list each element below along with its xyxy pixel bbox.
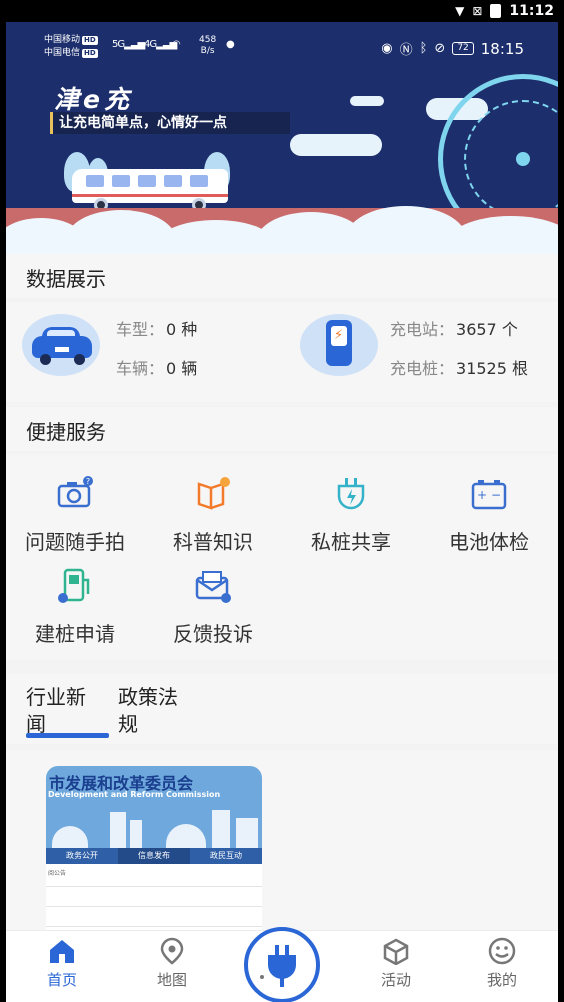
- news-thumbnail: 市发展和改革委员会 Development and Reform Commiss…: [46, 766, 262, 848]
- eye-icon: ◉: [381, 41, 393, 56]
- nav-map[interactable]: 地图: [132, 937, 212, 990]
- nav-activity[interactable]: 活动: [356, 937, 436, 990]
- service-pile-application[interactable]: 建桩申请: [6, 566, 144, 647]
- section-title: 便捷服务: [26, 420, 106, 444]
- charging-pile-icon: [58, 568, 90, 603]
- svg-text:+: +: [477, 488, 487, 502]
- cloud-decoration: [290, 134, 382, 156]
- bus-illustration: [72, 169, 228, 203]
- no-sim-icon: ⊠: [472, 4, 483, 18]
- signal-5g-icon: 5G▂▃▅: [112, 39, 145, 50]
- app-screen: 中国移动 HD 中国电信 HD 5G▂▃▅ 4G▂▃▅ ◠ 458 B/s ● ◉ …: [6, 22, 558, 1002]
- divider: [46, 886, 262, 887]
- system-clock: 11:12: [509, 3, 554, 19]
- pile-label: 充电桩：: [390, 359, 455, 378]
- divider: [46, 926, 262, 927]
- bottom-navigation: 首页 地图 活动 我的: [6, 927, 558, 1002]
- bluetooth-icon: ᛒ: [419, 41, 428, 56]
- book-icon: [197, 477, 230, 510]
- phone-status-bar: 中国移动 HD 中国电信 HD 5G▂▃▅ 4G▂▃▅ ◠ 458 B/s ● ◉ …: [6, 22, 558, 72]
- charge-center-button[interactable]: [244, 927, 320, 1002]
- service-battery-check[interactable]: + − 电池体检: [420, 474, 558, 555]
- home-icon: [50, 940, 74, 963]
- network-speed: 458 B/s: [199, 35, 217, 56]
- vehicle-type-label: 车型：: [116, 320, 165, 339]
- vehicle-type-stat: 车型： 0 种: [116, 316, 197, 340]
- ferris-wheel-hub: [516, 152, 530, 166]
- mail-icon: [195, 571, 231, 603]
- nfc-icon: Ⓝ: [399, 43, 413, 58]
- news-card-nav: 政务公开 信息发布 政民互动: [46, 848, 262, 864]
- cube-icon: [383, 938, 409, 965]
- tab-policy-regulations[interactable]: 政策法 规: [118, 684, 208, 738]
- mute-icon: ⊘: [434, 41, 446, 56]
- news-card-caption: 阅公告: [48, 870, 67, 877]
- car-icon: [22, 314, 100, 376]
- hd-badge: HD: [82, 36, 98, 45]
- wifi-icon: ◠: [172, 39, 181, 50]
- data-section: 车型： 0 种 车辆： 0 辆 ⚡ 充电站： 3657 个 充电桩： 31525 根: [6, 302, 558, 402]
- status-right-icons: ◉ Ⓝ ᛒ ⊘ 72 18:15: [381, 39, 524, 59]
- vehicle-type-value: 0 种: [166, 320, 198, 339]
- svg-text:?: ?: [86, 477, 90, 486]
- station-value: 3657 个: [456, 320, 518, 339]
- news-card[interactable]: 市发展和改革委员会 Development and Reform Commiss…: [46, 766, 262, 936]
- carrier-info: 中国移动 HD 中国电信 HD: [44, 34, 98, 60]
- tab-industry-news[interactable]: 行业新 闻: [26, 684, 116, 738]
- battery-level: 72: [452, 42, 474, 55]
- battery-icon: [490, 4, 502, 18]
- plug-icon: [260, 945, 296, 987]
- battery-icon: + −: [471, 480, 507, 510]
- vehicle-count-value: 0 辆: [166, 359, 198, 378]
- services-grid: ? 问题随手拍 科普知识 私桩共享 + − 电池体检 建桩申请 反馈投诉: [6, 454, 558, 660]
- plug-icon: [337, 478, 365, 510]
- vehicle-count-stat: 车辆： 0 辆: [116, 355, 197, 379]
- camera-icon: ?: [57, 476, 93, 508]
- service-science-knowledge[interactable]: 科普知识: [144, 474, 282, 555]
- nav-profile[interactable]: 我的: [462, 937, 542, 990]
- app-logo: 津e充: [54, 85, 133, 114]
- pile-value: 31525 根: [456, 359, 529, 378]
- news-list: 市发展和改革委员会 Development and Reform Commiss…: [6, 750, 558, 936]
- system-status-icons: ▼ ⊠ 11:12: [455, 3, 554, 19]
- station-label: 充电站：: [390, 320, 455, 339]
- header-banner: 中国移动 HD 中国电信 HD 5G▂▃▅ 4G▂▃▅ ◠ 458 B/s ● ◉ …: [6, 22, 558, 254]
- nav-home[interactable]: 首页: [22, 937, 102, 990]
- service-private-pile-share[interactable]: 私桩共享: [282, 474, 420, 555]
- divider: [46, 906, 262, 907]
- news-tab-bar: 行业新 闻 政策法 规: [6, 674, 558, 744]
- service-photo-report[interactable]: ? 问题随手拍: [6, 474, 144, 555]
- station-stat: 充电站： 3657 个: [390, 316, 518, 340]
- news-card-subtitle: Development and Reform Commission: [48, 790, 221, 799]
- data-section-header: 数据展示: [6, 254, 558, 298]
- pile-stat: 充电桩： 31525 根: [390, 355, 528, 379]
- map-pin-icon: [160, 937, 184, 965]
- carrier-1-label: 中国移动: [44, 35, 81, 45]
- vehicle-count-label: 车辆：: [116, 359, 165, 378]
- system-status-bar: ▼ ⊠ 11:12: [0, 0, 564, 22]
- service-feedback[interactable]: 反馈投诉: [144, 566, 282, 647]
- carrier-2-label: 中国电信: [44, 48, 81, 58]
- active-tab-indicator: [26, 733, 109, 738]
- cloud-decoration: [350, 96, 384, 106]
- hd-badge: HD: [82, 49, 98, 58]
- wifi-icon: ▼: [455, 4, 465, 18]
- app-slogan: 让充电简单点，心情好一点: [50, 112, 290, 134]
- section-title: 数据展示: [26, 267, 106, 291]
- smiley-icon: [488, 937, 516, 965]
- chat-icon: ●: [226, 39, 235, 50]
- status-clock: 18:15: [480, 39, 524, 58]
- charging-station-icon: ⚡: [300, 314, 378, 376]
- svg-text:−: −: [491, 488, 501, 502]
- services-section-header: 便捷服务: [6, 407, 558, 451]
